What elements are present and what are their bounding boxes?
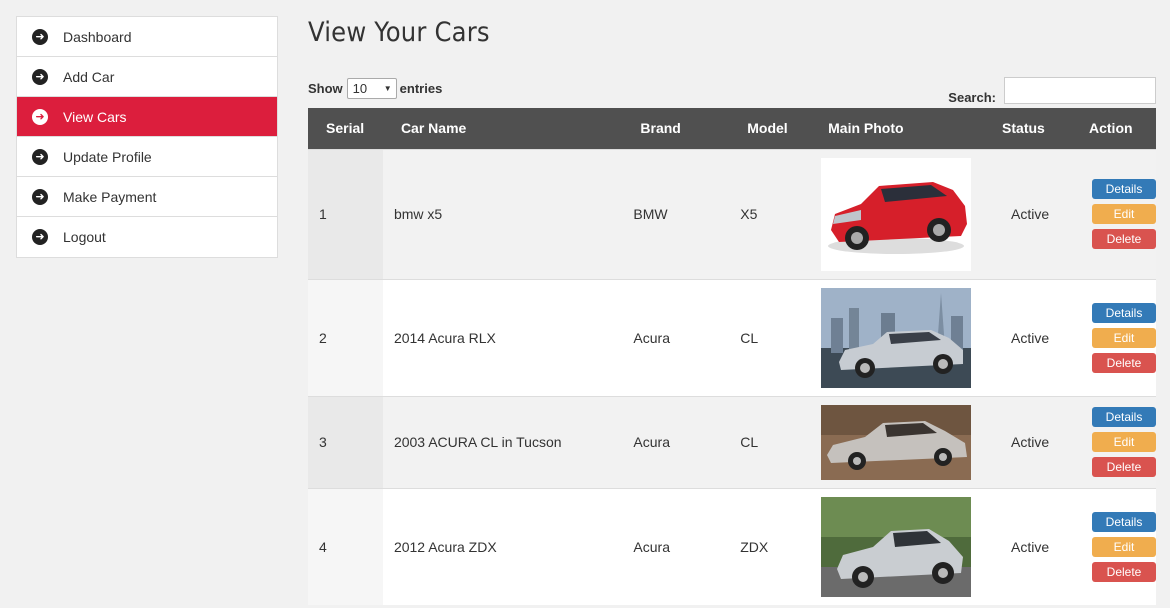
details-button[interactable]: Details <box>1092 407 1156 427</box>
sidebar-item-label: Make Payment <box>63 188 157 205</box>
arrow-right-circle-icon: ➜ <box>32 68 48 85</box>
cell-brand: Acura <box>632 395 740 488</box>
cell-status: Active <box>1000 487 1082 605</box>
cell-serial: 1 <box>308 148 383 279</box>
delete-button[interactable]: Delete <box>1092 229 1156 249</box>
arrow-right-circle-icon: ➜ <box>32 148 48 165</box>
cell-status: Active <box>1000 148 1082 279</box>
sidebar-item-label: Add Car <box>63 68 115 85</box>
car-photo-silver-sedan-city <box>821 287 972 388</box>
cell-car-name: 2012 Acura ZDX <box>382 487 633 605</box>
car-photo-silver-coupe <box>821 404 972 480</box>
edit-button[interactable]: Edit <box>1092 432 1156 452</box>
arrow-right-circle-icon: ➜ <box>32 229 48 245</box>
sidebar-item-label: Update Profile <box>63 148 152 165</box>
table-controls: Show 10 ▼ entries Search: <box>308 76 1156 116</box>
caret-down-icon: ▼ <box>383 84 392 93</box>
search-input[interactable] <box>1004 77 1156 104</box>
table-row: 4 2012 Acura ZDX Acura ZDX Active Detail… <box>308 487 1156 605</box>
cell-main-photo <box>820 395 1001 488</box>
sidebar-item-make-payment[interactable]: ➜ Make Payment <box>17 177 277 217</box>
cell-serial: 4 <box>308 487 383 605</box>
car-photo-silver-crossover <box>821 496 972 597</box>
delete-button[interactable]: Delete <box>1092 352 1156 373</box>
details-button[interactable]: Details <box>1092 302 1156 323</box>
entries-select-value: 10 <box>352 81 368 96</box>
search-label: Search: <box>948 90 996 105</box>
entries-label: entries <box>399 81 443 96</box>
cell-serial: 2 <box>308 278 383 396</box>
details-button[interactable]: Details <box>1092 179 1156 199</box>
cell-model: CL <box>739 395 821 488</box>
sidebar-item-update-profile[interactable]: ➜ Update Profile <box>17 137 277 177</box>
cell-car-name: bmw x5 <box>382 148 633 279</box>
cell-brand: BMW <box>632 148 740 279</box>
cell-actions: Details Edit Delete <box>1082 487 1156 605</box>
cell-status: Active <box>1000 395 1082 488</box>
cell-brand: Acura <box>632 278 740 396</box>
cell-main-photo <box>820 487 1001 605</box>
entries-select[interactable]: 10 ▼ <box>346 78 397 99</box>
cell-serial: 3 <box>308 395 383 488</box>
table-row: 3 2003 ACURA CL in Tucson Acura CL Activ… <box>308 395 1156 488</box>
sidebar-item-view-cars[interactable]: ➜ View Cars <box>17 97 277 137</box>
cell-brand: Acura <box>632 487 740 605</box>
cell-actions: Details Edit Delete <box>1082 278 1156 396</box>
cell-main-photo <box>820 278 1001 396</box>
entries-length-control: Show 10 ▼ entries <box>308 78 442 99</box>
show-label: Show <box>308 81 343 96</box>
cell-car-name: 2014 Acura RLX <box>382 278 633 396</box>
cars-table: Serial Car Name Brand Model Main Photo S… <box>308 108 1156 605</box>
sidebar-item-dashboard[interactable]: ➜ Dashboard <box>17 17 277 57</box>
car-photo-red-sedan <box>821 157 972 271</box>
cell-main-photo <box>820 148 1001 279</box>
sidebar-item-logout[interactable]: ➜ Logout <box>17 217 277 257</box>
main-content: View Your Cars Show 10 ▼ entries Search:… <box>308 0 1156 605</box>
sidebar-item-label: Logout <box>63 229 106 245</box>
arrow-right-circle-icon: ➜ <box>32 108 48 125</box>
cell-status: Active <box>1000 278 1082 396</box>
table-row: 2 2014 Acura RLX Acura CL Active Details… <box>308 278 1156 396</box>
cell-actions: Details Edit Delete <box>1082 395 1156 488</box>
edit-button[interactable]: Edit <box>1092 204 1156 224</box>
edit-button[interactable]: Edit <box>1092 536 1156 557</box>
sidebar-nav: ➜ Dashboard ➜ Add Car ➜ View Cars ➜ Update P… <box>16 16 278 258</box>
cell-car-name: 2003 ACURA CL in Tucson <box>382 395 633 488</box>
sidebar-item-add-car[interactable]: ➜ Add Car <box>17 57 277 97</box>
sidebar-item-label: Dashboard <box>63 28 132 45</box>
page-title: View Your Cars <box>308 17 490 48</box>
cell-model: ZDX <box>739 487 821 605</box>
delete-button[interactable]: Delete <box>1092 561 1156 582</box>
edit-button[interactable]: Edit <box>1092 327 1156 348</box>
delete-button[interactable]: Delete <box>1092 457 1156 477</box>
table-row: 1 bmw x5 BMW X5 Active Details Edit Dele… <box>308 148 1156 279</box>
sidebar-item-label: View Cars <box>63 108 127 125</box>
cell-actions: Details Edit Delete <box>1082 148 1156 279</box>
cell-model: CL <box>739 278 821 396</box>
arrow-right-circle-icon: ➜ <box>32 28 48 45</box>
cell-model: X5 <box>739 148 821 279</box>
details-button[interactable]: Details <box>1092 511 1156 532</box>
search-control: Search: <box>948 76 1156 105</box>
arrow-right-circle-icon: ➜ <box>32 188 48 205</box>
